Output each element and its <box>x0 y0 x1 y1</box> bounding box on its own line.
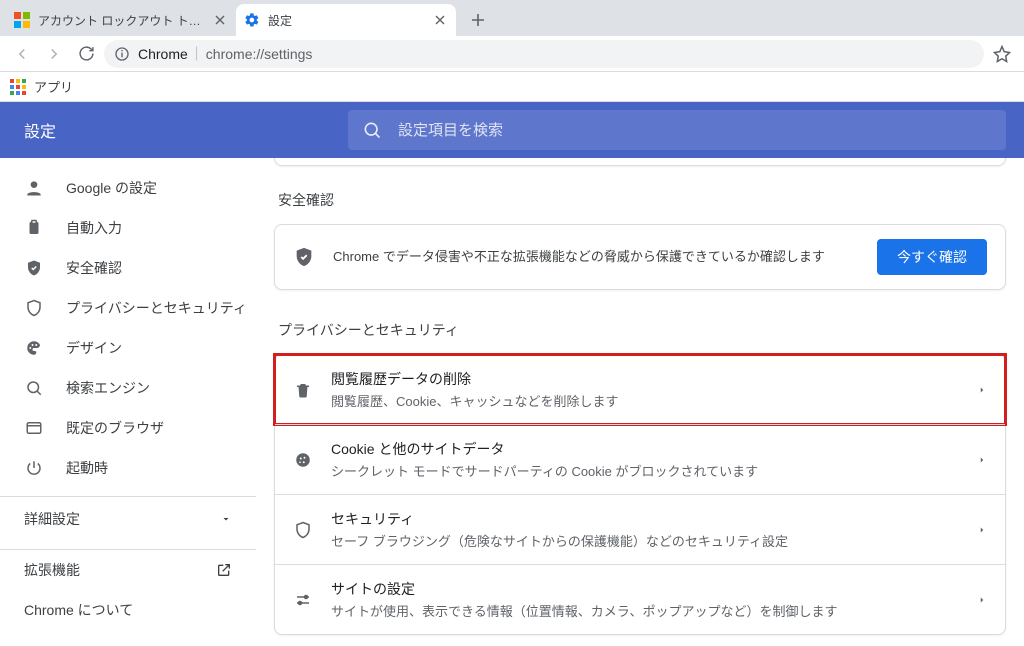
apps-label: アプリ <box>34 77 73 96</box>
tab-title: 設定 <box>268 12 424 29</box>
sidebar-item-label: 起動時 <box>66 458 108 478</box>
row-site-settings[interactable]: サイトの設定 サイトが使用、表示できる情報（位置情報、カメラ、ポップアップなど）… <box>275 564 1005 634</box>
sidebar-item-label: 既定のブラウザ <box>66 418 164 438</box>
shield-icon <box>293 521 313 539</box>
safety-check-card: Chrome でデータ侵害や不正な拡張機能などの脅威から保護できているか確認しま… <box>274 224 1006 290</box>
sidebar-item-default-browser[interactable]: 既定のブラウザ <box>0 408 256 448</box>
sidebar-item-privacy[interactable]: プライバシーとセキュリティ <box>0 288 256 328</box>
sidebar-advanced-label: 詳細設定 <box>24 509 80 529</box>
site-info-icon[interactable] <box>114 46 130 62</box>
new-tab-button[interactable] <box>464 6 492 34</box>
shield-icon <box>24 299 44 317</box>
sidebar-item-autofill[interactable]: 自動入力 <box>0 208 256 248</box>
safety-check-button[interactable]: 今すぐ確認 <box>877 239 987 275</box>
sidebar-item-google[interactable]: Google の設定 <box>0 168 256 208</box>
ms-favicon <box>14 12 30 28</box>
row-security[interactable]: セキュリティ セーフ ブラウジング（危険なサイトからの保護機能）などのセキュリテ… <box>275 494 1005 564</box>
search-icon <box>362 120 382 140</box>
apps-grid-icon <box>10 79 26 95</box>
row-clear-browsing-data[interactable]: 閲覧履歴データの削除 閲覧履歴、Cookie、キャッシュなどを削除します <box>275 355 1005 424</box>
section-title-safety: 安全確認 <box>278 190 1006 210</box>
sidebar-item-label: 自動入力 <box>66 218 122 238</box>
chevron-right-icon <box>977 595 987 605</box>
open-in-new-icon <box>216 562 232 578</box>
chevron-right-icon <box>977 385 987 395</box>
bookmark-star-icon[interactable] <box>988 40 1016 68</box>
settings-body: Google の設定 自動入力 安全確認 プライバシーとセキュリティ デザイン … <box>0 158 1024 646</box>
bookmarks-bar: アプリ <box>0 72 1024 102</box>
sidebar-about-label: Chrome について <box>24 600 133 620</box>
row-desc: シークレット モードでサードパーティの Cookie がブロックされています <box>331 461 959 480</box>
sliders-icon <box>293 591 313 609</box>
row-desc: サイトが使用、表示できる情報（位置情報、カメラ、ポップアップなど）を制御します <box>331 601 959 620</box>
trash-icon <box>293 381 313 399</box>
power-icon <box>24 459 44 477</box>
search-icon <box>24 379 44 397</box>
settings-main: 安全確認 Chrome でデータ侵害や不正な拡張機能などの脅威から保護できている… <box>256 158 1024 646</box>
row-title: 閲覧履歴データの削除 <box>331 369 959 389</box>
sidebar-item-search[interactable]: 検索エンジン <box>0 368 256 408</box>
sidebar-about[interactable]: Chrome について <box>0 590 256 630</box>
sidebar-extensions-label: 拡張機能 <box>24 560 80 580</box>
settings-search[interactable] <box>348 110 1006 150</box>
sidebar-item-label: プライバシーとセキュリティ <box>66 298 247 318</box>
bookmark-apps[interactable]: アプリ <box>10 77 73 96</box>
settings-search-input[interactable] <box>396 121 992 140</box>
settings-title: 設定 <box>0 102 348 158</box>
sidebar-advanced[interactable]: 詳細設定 <box>0 497 256 541</box>
back-button[interactable] <box>8 40 36 68</box>
clipboard-icon <box>24 219 44 237</box>
row-desc: セーフ ブラウジング（危険なサイトからの保護機能）などのセキュリティ設定 <box>331 531 959 550</box>
browser-tab-settings[interactable]: 設定 <box>236 4 456 36</box>
sidebar-extensions[interactable]: 拡張機能 <box>0 550 256 590</box>
sidebar-item-label: 安全確認 <box>66 258 122 278</box>
tab-strip: アカウント ロックアウト トラブルシューティング 設定 <box>0 0 1024 36</box>
toolbar: Chrome｜chrome://settings <box>0 36 1024 72</box>
row-title: セキュリティ <box>331 509 959 529</box>
settings-sidebar: Google の設定 自動入力 安全確認 プライバシーとセキュリティ デザイン … <box>0 158 256 646</box>
reload-button[interactable] <box>72 40 100 68</box>
shield-check-icon <box>24 259 44 277</box>
sidebar-item-startup[interactable]: 起動時 <box>0 448 256 488</box>
settings-appbar: 設定 <box>0 102 1024 158</box>
sidebar-item-label: Google の設定 <box>66 178 157 198</box>
address-bar[interactable]: Chrome｜chrome://settings <box>104 40 984 68</box>
tab-close-icon[interactable] <box>432 12 448 28</box>
row-title: Cookie と他のサイトデータ <box>331 439 959 459</box>
previous-section-card-stub <box>274 158 1006 166</box>
tab-title: アカウント ロックアウト トラブルシューティング <box>38 12 204 29</box>
chevron-right-icon <box>977 455 987 465</box>
sidebar-item-safety[interactable]: 安全確認 <box>0 248 256 288</box>
browser-tab-ms[interactable]: アカウント ロックアウト トラブルシューティング <box>6 4 236 36</box>
privacy-card: 閲覧履歴データの削除 閲覧履歴、Cookie、キャッシュなどを削除します Coo… <box>274 354 1006 635</box>
chevron-right-icon <box>977 525 987 535</box>
palette-icon <box>24 339 44 357</box>
cookie-icon <box>293 451 313 469</box>
safety-check-text: Chrome でデータ侵害や不正な拡張機能などの脅威から保護できているか確認しま… <box>333 247 859 267</box>
sidebar-item-label: デザイン <box>66 338 122 358</box>
section-title-privacy: プライバシーとセキュリティ <box>278 320 1006 340</box>
chevron-down-icon <box>220 513 232 525</box>
row-title: サイトの設定 <box>331 579 959 599</box>
sidebar-item-appearance[interactable]: デザイン <box>0 328 256 368</box>
forward-button[interactable] <box>40 40 68 68</box>
row-desc: 閲覧履歴、Cookie、キャッシュなどを削除します <box>331 391 959 410</box>
row-cookies[interactable]: Cookie と他のサイトデータ シークレット モードでサードパーティの Coo… <box>275 424 1005 494</box>
gear-favicon <box>244 12 260 28</box>
tab-close-icon[interactable] <box>212 12 228 28</box>
sidebar-item-label: 検索エンジン <box>66 378 150 398</box>
shield-check-icon <box>293 246 315 268</box>
window-icon <box>24 419 44 437</box>
person-icon <box>24 178 44 198</box>
omnibox-origin: Chrome｜chrome://settings <box>138 44 312 64</box>
